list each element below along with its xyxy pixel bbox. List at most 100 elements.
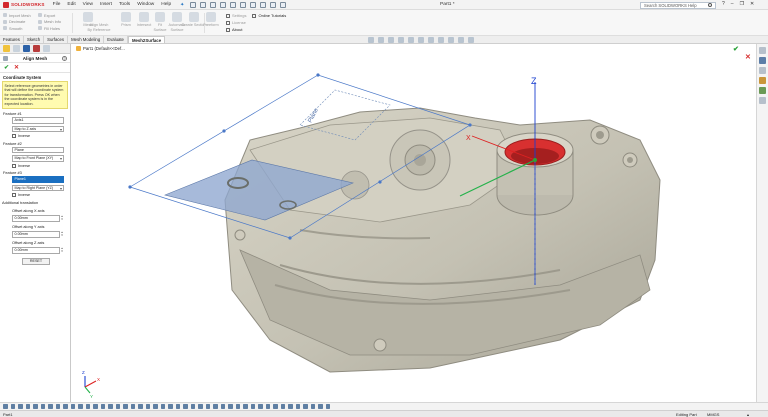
help-button[interactable]: ? <box>722 1 725 7</box>
normal-to-icon[interactable] <box>40 404 45 409</box>
confirm-cancel-icon[interactable]: ✕ <box>745 53 751 61</box>
feature-manager-icon[interactable] <box>3 45 10 52</box>
perspective-icon[interactable] <box>85 404 90 409</box>
hidden-lines-icon[interactable] <box>78 404 83 409</box>
fill-holes-button[interactable]: Fill Holes <box>38 25 61 32</box>
apply-scene-icon[interactable] <box>458 37 464 43</box>
menu-window[interactable]: Window <box>137 2 154 7</box>
section-coordinate-system[interactable]: Coordinate System <box>0 73 70 81</box>
tab-surfaces[interactable]: Surfaces <box>44 35 69 43</box>
graphics-area[interactable]: Plane Z X Z X Y <box>71 44 756 402</box>
chamfer-icon[interactable] <box>183 404 188 409</box>
pan-icon[interactable] <box>25 404 30 409</box>
help-icon[interactable]: ? <box>62 55 67 61</box>
view-palette-icon[interactable] <box>759 77 766 84</box>
settings-button[interactable]: Settings Online Tutorials <box>226 12 286 19</box>
minimize-icon[interactable]: – <box>731 1 734 7</box>
offset-y-value[interactable]: 0.00mm <box>12 231 60 238</box>
hide-show-items-icon[interactable] <box>438 37 444 43</box>
reset-button[interactable]: RESET <box>22 257 50 265</box>
configuration-manager-icon[interactable] <box>23 45 30 52</box>
menu-insert[interactable]: Insert <box>100 2 112 7</box>
feature-1-map-select[interactable]: Map to Z axis <box>12 125 64 132</box>
fillet-icon[interactable] <box>175 404 180 409</box>
dimxpert-icon[interactable] <box>33 45 40 52</box>
measure-icon[interactable] <box>48 404 53 409</box>
confirm-ok-icon[interactable]: ✔ <box>733 45 739 53</box>
feature-3-field[interactable]: Plane1 <box>12 176 64 183</box>
rotate-view-icon[interactable] <box>18 404 23 409</box>
online-tutorials-button[interactable]: Online Tutorials <box>252 13 286 18</box>
options-gear-icon[interactable] <box>280 1 287 8</box>
offset-z-value[interactable]: 0.00mm <box>12 247 60 254</box>
open-folder-icon[interactable] <box>210 1 217 8</box>
app-logo[interactable]: SOLIDWORKS <box>3 1 45 8</box>
shell-icon[interactable] <box>190 404 195 409</box>
search-input[interactable]: Search SOLIDWORKS Help <box>640 1 716 9</box>
check-icon[interactable] <box>280 404 285 409</box>
offset-z-stepper[interactable]: 0.00mm ▲ ▼ <box>12 247 64 254</box>
search-icon[interactable] <box>708 3 712 7</box>
tab-mesh2surface[interactable]: Mesh2Surface <box>127 35 166 43</box>
restore-icon[interactable]: ❐ <box>740 1 744 7</box>
units-selector[interactable]: MMGS <box>707 412 719 417</box>
parting-line-icon[interactable] <box>303 404 308 409</box>
shaded-display-icon[interactable] <box>63 404 68 409</box>
shadows-icon[interactable] <box>93 404 98 409</box>
feature-2-map-select[interactable]: Map to Front Plane (XY) <box>12 155 64 162</box>
curvature-icon[interactable] <box>258 404 263 409</box>
zoom-icon[interactable] <box>33 404 38 409</box>
menu-edit[interactable]: Edit <box>67 2 75 7</box>
plane-icon[interactable] <box>108 404 113 409</box>
tab-evaluate[interactable]: Evaluate <box>104 35 128 43</box>
draft-analysis-icon[interactable] <box>288 404 293 409</box>
menu-tools[interactable]: Tools <box>119 2 130 7</box>
point-icon[interactable] <box>123 404 128 409</box>
cancel-x-icon[interactable]: ✕ <box>14 64 19 71</box>
feature-tree-breadcrumb[interactable]: Part1 (Default<<Def... <box>76 46 125 51</box>
mass-properties-icon[interactable] <box>55 404 60 409</box>
interference-icon[interactable] <box>318 404 323 409</box>
design-library-icon[interactable] <box>759 57 766 64</box>
view-orientation-icon[interactable] <box>418 37 424 43</box>
zoom-to-area-icon[interactable] <box>378 37 384 43</box>
previous-view-icon[interactable] <box>388 37 394 43</box>
tab-sketch[interactable]: Sketch <box>24 35 45 43</box>
property-manager-icon[interactable] <box>13 45 20 52</box>
dynamic-annotation-icon[interactable] <box>408 37 414 43</box>
custom-properties-icon[interactable] <box>759 97 766 104</box>
undo-icon[interactable] <box>240 1 247 8</box>
select-arrow-icon[interactable] <box>250 1 257 8</box>
menu-view[interactable]: View <box>83 2 93 7</box>
close-icon[interactable]: ✕ <box>750 1 754 7</box>
file-explorer-icon[interactable] <box>759 67 766 74</box>
undercut-icon[interactable] <box>295 404 300 409</box>
select-icon[interactable] <box>3 404 8 409</box>
feature-2-field[interactable]: Plane <box>12 146 64 153</box>
ok-check-icon[interactable]: ✔ <box>4 64 9 71</box>
view-settings-icon[interactable] <box>468 37 474 43</box>
wireframe-icon[interactable] <box>70 404 75 409</box>
sweep-icon[interactable] <box>160 404 165 409</box>
tab-features[interactable]: Features <box>0 35 24 43</box>
zebra-stripes-icon[interactable] <box>265 404 270 409</box>
split-line-icon[interactable] <box>250 404 255 409</box>
rebuild-bottom-icon[interactable] <box>325 404 330 409</box>
feature-1-field[interactable]: Axis1 <box>12 117 64 124</box>
units-dropdown-icon[interactable]: ▴ <box>747 412 749 417</box>
deviation-icon[interactable] <box>273 404 278 409</box>
feature-3-map-select[interactable]: Map to Right Plane (YZ) <box>12 184 64 191</box>
new-document-icon[interactable] <box>200 1 207 8</box>
home-icon[interactable] <box>190 1 197 8</box>
solidworks-resources-icon[interactable] <box>759 47 766 54</box>
align-mesh-button[interactable]: Align Mesh By Reference <box>86 12 112 32</box>
display-style-icon[interactable] <box>428 37 434 43</box>
thickness-icon[interactable] <box>310 404 315 409</box>
freeform-button[interactable]: Freeform <box>200 12 222 28</box>
section-icon[interactable] <box>100 404 105 409</box>
tab-mesh-modeling[interactable]: Mesh Modeling <box>68 35 105 43</box>
edit-appearance-icon[interactable] <box>448 37 454 43</box>
loft-icon[interactable] <box>168 404 173 409</box>
stepper-arrows-icon[interactable]: ▲ ▼ <box>60 231 64 238</box>
appearances-icon[interactable] <box>759 87 766 94</box>
